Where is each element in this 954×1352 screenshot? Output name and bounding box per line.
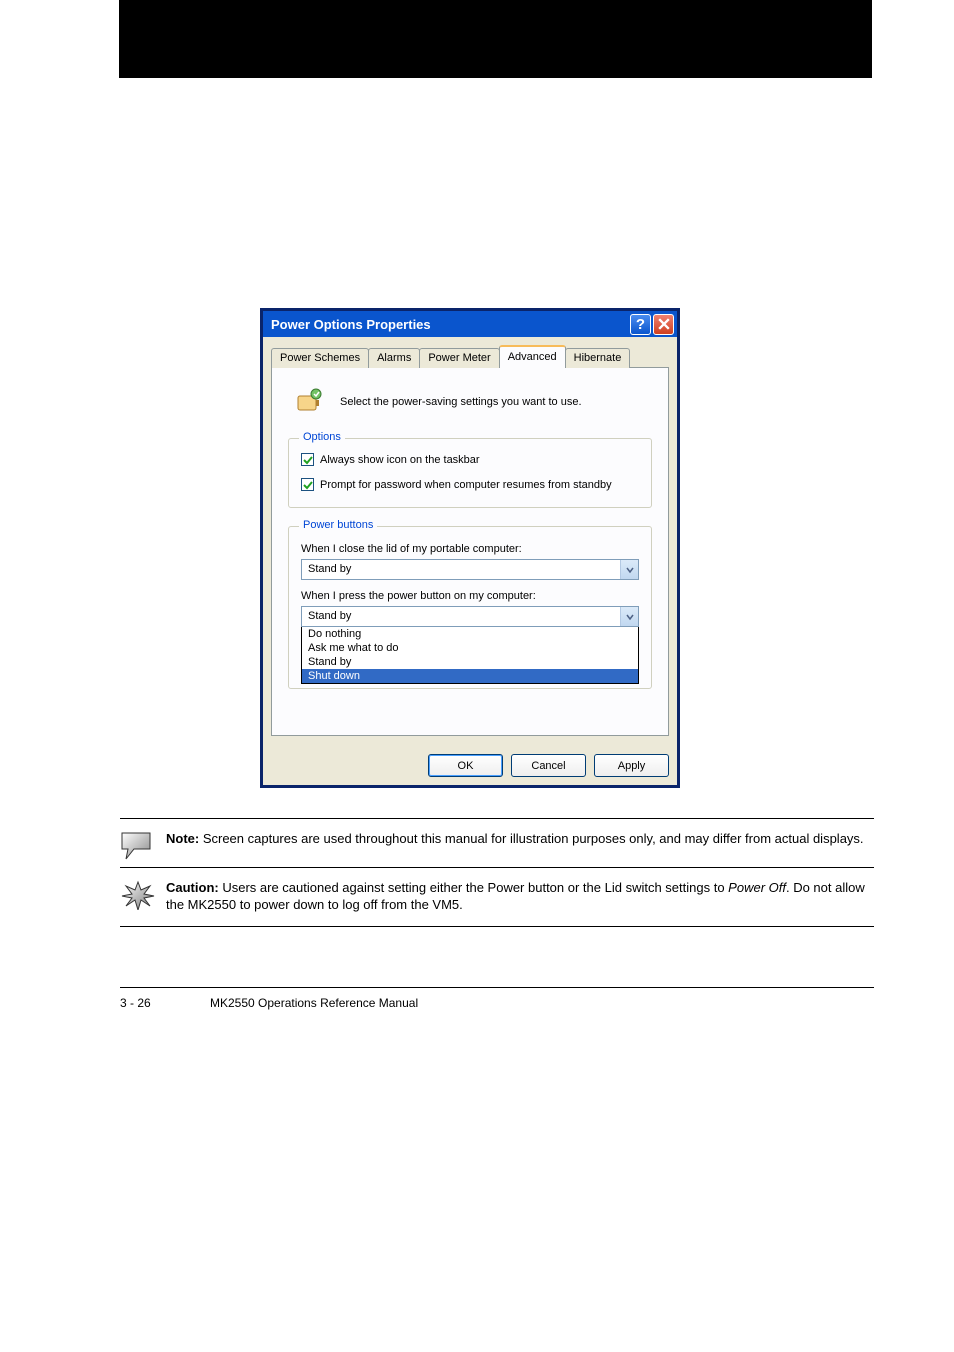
- chevron-down-icon: [626, 566, 634, 574]
- label-prompt-password: Prompt for password when computer resume…: [320, 479, 612, 491]
- caution-block: Caution: Users are cautioned against set…: [120, 867, 874, 920]
- checkbox-prompt-password[interactable]: [301, 478, 314, 491]
- instruction-text: Select the power-saving settings you wan…: [340, 396, 582, 408]
- close-button[interactable]: [653, 314, 674, 335]
- tab-alarms[interactable]: Alarms: [368, 348, 420, 368]
- label-show-icon: Always show icon on the taskbar: [320, 454, 480, 466]
- label-close-lid: When I close the lid of my portable comp…: [301, 543, 639, 555]
- tab-hibernate[interactable]: Hibernate: [565, 348, 631, 368]
- tab-power-meter[interactable]: Power Meter: [419, 348, 499, 368]
- select-close-lid-value: Stand by: [302, 560, 620, 579]
- chevron-down-icon: [626, 613, 634, 621]
- dropdown-option-do-nothing[interactable]: Do nothing: [302, 627, 638, 641]
- page-footer: 3 - 26 MK2550 Operations Reference Manua…: [120, 987, 874, 1010]
- caution-text: Caution: Users are cautioned against set…: [166, 880, 874, 914]
- caution-emphasis: Power Off: [728, 880, 786, 895]
- advanced-tab-panel: Select the power-saving settings you wan…: [271, 367, 669, 736]
- ok-button[interactable]: OK: [428, 754, 503, 777]
- burst-icon: [120, 880, 156, 910]
- caution-body-1: Users are cautioned against setting eith…: [219, 880, 728, 895]
- caution-label: Caution:: [166, 880, 219, 895]
- power-buttons-legend: Power buttons: [299, 519, 377, 531]
- manual-title: MK2550 Operations Reference Manual: [210, 996, 418, 1010]
- options-legend: Options: [299, 431, 345, 443]
- help-button[interactable]: ?: [630, 314, 651, 335]
- note-label: Note:: [166, 831, 199, 846]
- battery-icon: [294, 386, 326, 418]
- title-bar: Power Options Properties ?: [263, 311, 677, 337]
- power-options-dialog: Power Options Properties ? Power Schemes…: [260, 308, 680, 788]
- note-body: Screen captures are used throughout this…: [199, 831, 863, 846]
- select-power-button-value: Stand by: [302, 607, 620, 626]
- help-icon: ?: [636, 316, 645, 333]
- dropdown-option-ask[interactable]: Ask me what to do: [302, 641, 638, 655]
- tab-power-schemes[interactable]: Power Schemes: [271, 348, 369, 368]
- header-black-bar: [119, 0, 872, 78]
- select-close-lid[interactable]: Stand by: [301, 559, 639, 580]
- dropdown-arrow: [620, 607, 638, 626]
- divider: [120, 926, 874, 927]
- label-power-button: When I press the power button on my comp…: [301, 590, 639, 602]
- note-text: Note: Screen captures are used throughou…: [166, 831, 864, 861]
- cancel-button[interactable]: Cancel: [511, 754, 586, 777]
- dropdown-list: Do nothing Ask me what to do Stand by Sh…: [301, 627, 639, 684]
- page-number: 3 - 26: [120, 996, 210, 1010]
- close-icon: [658, 318, 670, 330]
- checkmark-icon: [303, 455, 313, 465]
- dialog-title: Power Options Properties: [271, 317, 628, 332]
- speech-bubble-icon: [120, 831, 156, 861]
- dropdown-arrow: [620, 560, 638, 579]
- select-power-button[interactable]: Stand by: [301, 606, 639, 627]
- tab-advanced[interactable]: Advanced: [499, 345, 566, 368]
- power-buttons-group: Power buttons When I close the lid of my…: [288, 526, 652, 689]
- options-group: Options Always show icon on the taskbar: [288, 438, 652, 508]
- checkbox-show-icon[interactable]: [301, 453, 314, 466]
- checkmark-icon: [303, 480, 313, 490]
- tab-bar: Power Schemes Alarms Power Meter Advance…: [271, 345, 669, 368]
- dropdown-option-standby[interactable]: Stand by: [302, 655, 638, 669]
- dialog-button-row: OK Cancel Apply: [263, 744, 677, 785]
- dialog-container: Power Options Properties ? Power Schemes…: [260, 308, 680, 788]
- note-block: Note: Screen captures are used throughou…: [120, 818, 874, 867]
- apply-button[interactable]: Apply: [594, 754, 669, 777]
- dropdown-option-shutdown[interactable]: Shut down: [302, 669, 638, 683]
